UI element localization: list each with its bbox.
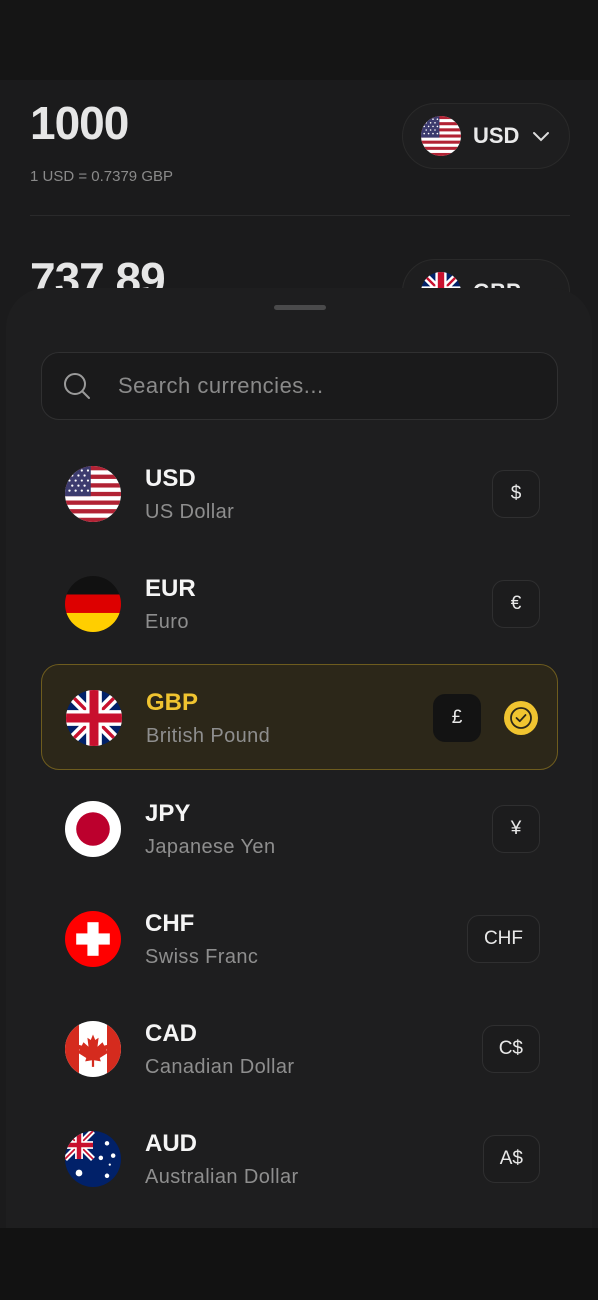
currency-name: Swiss Franc	[145, 946, 259, 968]
sheet-drag-handle[interactable]	[274, 305, 326, 310]
currency-symbol-badge: £	[433, 694, 481, 742]
currency-name: Australian Dollar	[145, 1166, 299, 1188]
currency-name: Japanese Yen	[145, 836, 276, 858]
currency-row-usd[interactable]: USD US Dollar $	[41, 441, 558, 547]
currency-row-cad[interactable]: CAD Canadian Dollar C$	[41, 996, 558, 1102]
exchange-rate-text: 1 USD = 0.7379 GBP	[30, 168, 173, 185]
from-currency-label: USD	[473, 123, 520, 148]
divider	[30, 215, 570, 216]
from-currency-selector[interactable]: USD	[402, 103, 570, 169]
currency-picker-sheet: USD US Dollar $ EUR Euro € GBP British P…	[6, 288, 592, 1228]
us-flag-icon	[421, 116, 461, 156]
currency-code: USD	[145, 465, 196, 492]
currency-name: British Pound	[146, 725, 271, 747]
ca-flag-icon	[65, 1021, 121, 1077]
currency-row-aud[interactable]: AUD Australian Dollar A$	[41, 1106, 558, 1212]
check-circle-icon	[504, 701, 538, 735]
uk-flag-icon	[66, 690, 122, 746]
currency-symbol-badge: C$	[481, 1025, 540, 1073]
currency-row-eur[interactable]: EUR Euro €	[41, 551, 558, 657]
ch-flag-icon	[65, 911, 121, 967]
currency-row-gbp[interactable]: GBP British Pound £	[41, 664, 558, 770]
currency-symbol-badge: $	[492, 470, 540, 518]
currency-symbol-badge: CHF	[466, 915, 540, 963]
from-amount[interactable]: 1000	[30, 96, 129, 150]
top-bar	[0, 0, 598, 80]
currency-name: Canadian Dollar	[145, 1056, 295, 1078]
au-flag-icon	[65, 1131, 121, 1187]
currency-symbol-badge: €	[492, 580, 540, 628]
de-flag-icon	[65, 576, 121, 632]
currency-name: US Dollar	[145, 501, 235, 523]
search-bar[interactable]	[41, 352, 558, 420]
currency-code: AUD	[145, 1130, 197, 1157]
currency-code: EUR	[145, 575, 196, 602]
currency-code: CHF	[145, 910, 195, 937]
currency-code: JPY	[145, 800, 191, 827]
jp-flag-icon	[65, 801, 121, 857]
bottom-bar	[0, 1228, 598, 1300]
currency-name: Euro	[145, 611, 189, 633]
chevron-down-icon	[533, 132, 550, 142]
currency-code: GBP	[146, 689, 199, 716]
currency-row-jpy[interactable]: JPY Japanese Yen ¥	[41, 776, 558, 882]
currency-row-chf[interactable]: CHF Swiss Franc CHF	[41, 886, 558, 992]
us-flag-icon	[65, 466, 121, 522]
currency-symbol-badge: A$	[482, 1135, 540, 1183]
currency-code: CAD	[145, 1020, 197, 1047]
currency-symbol-badge: ¥	[492, 805, 540, 853]
search-icon	[64, 373, 90, 399]
search-input[interactable]	[118, 373, 518, 399]
